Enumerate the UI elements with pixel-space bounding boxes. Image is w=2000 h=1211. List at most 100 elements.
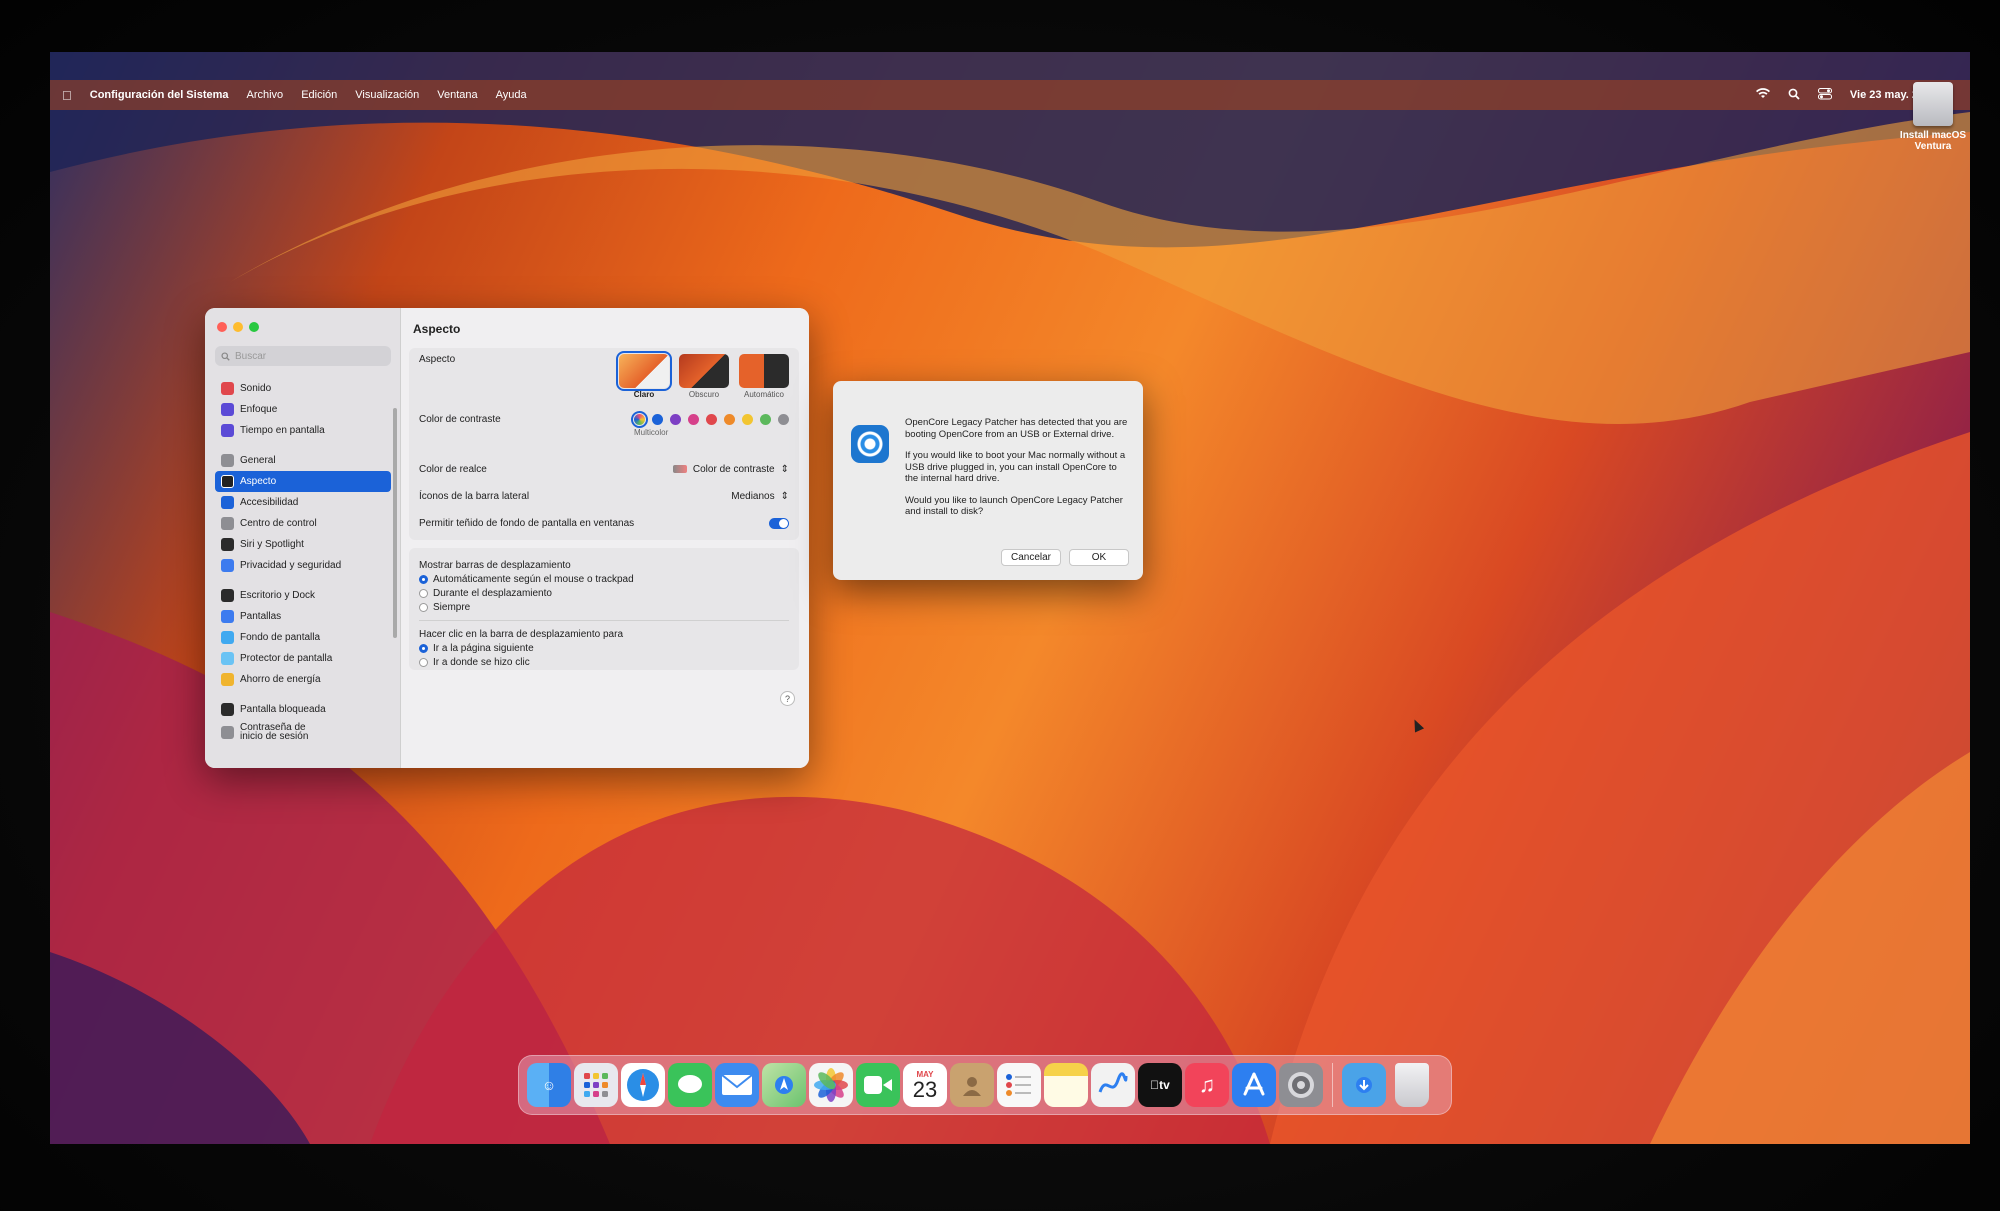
theme-light[interactable]: Claro [616,351,672,399]
appstore-icon[interactable] [1232,1063,1276,1107]
calendar-day: 23 [912,1076,938,1102]
tint-toggle[interactable] [769,517,789,529]
page-title: Aspecto [413,322,461,336]
screen-time-icon [221,424,234,437]
close-button[interactable] [217,322,227,332]
click-option-clicked-spot[interactable]: Ir a donde se hizo clic [419,655,789,669]
menu-app-name[interactable]: Configuración del Sistema [90,89,229,101]
scroll-option-while-scrolling[interactable]: Durante el desplazamiento [419,586,789,600]
trash-icon[interactable] [1395,1063,1429,1107]
maps-icon[interactable] [762,1063,806,1107]
downloads-folder-icon[interactable] [1342,1063,1386,1107]
menu-ventana[interactable]: Ventana [437,89,477,101]
notes-icon[interactable] [1044,1063,1088,1107]
dialog-message: OpenCore Legacy Patcher has detected tha… [905,417,1130,528]
sidebar-item-pantallas[interactable]: Pantallas [215,606,391,627]
wifi-icon[interactable] [1755,88,1770,102]
sidebar-item-fondo-de-pantalla[interactable]: Fondo de pantalla [215,627,391,648]
finder-icon[interactable]: ☺ [527,1063,571,1107]
color-dot-graphite[interactable] [778,414,789,425]
displays-icon [221,610,234,623]
contrast-row: Color de contraste Multicolor [419,411,789,448]
system-settings-icon[interactable] [1279,1063,1323,1107]
color-dot-multicolor[interactable] [631,411,648,428]
sidebar-item-label: Fondo de pantalla [240,632,321,643]
menu-ayuda[interactable]: Ayuda [496,89,527,101]
scroll-option-always[interactable]: Siempre [419,600,789,614]
scroll-option-auto[interactable]: Automáticamente según el mouse o trackpa… [419,572,789,586]
sidebar-icons-popup[interactable]: Medianos ⇕ [731,491,789,502]
sidebar-item-tiempo-en-pantalla[interactable]: Tiempo en pantalla [215,420,391,441]
messages-icon[interactable] [668,1063,712,1107]
sidebar-search-input[interactable]: Buscar [215,346,391,366]
sidebar-item-aspecto[interactable]: Aspecto [215,471,391,492]
color-dot-yellow[interactable] [742,414,753,425]
calendar-icon[interactable]: MAY 23 [903,1063,947,1107]
zoom-button[interactable] [249,322,259,332]
sidebar-item-contrasena[interactable]: Contraseña de inicio de sesión [215,720,391,744]
color-dot-pink[interactable] [688,414,699,425]
click-option-label: Ir a la página siguiente [433,642,534,654]
menu-bar:  Configuración del Sistema Archivo Edic… [50,80,1970,110]
sidebar-item-protector[interactable]: Protector de pantalla [215,648,391,669]
ok-button[interactable]: OK [1069,549,1129,566]
dialog-paragraph-1: OpenCore Legacy Patcher has detected tha… [905,417,1128,440]
highlight-label: Color de realce [419,463,487,475]
sidebar-item-privacidad[interactable]: Privacidad y seguridad [215,555,391,576]
contacts-icon[interactable] [950,1063,994,1107]
color-dot-red[interactable] [706,414,717,425]
sidebar-item-sonido[interactable]: Sonido [215,378,391,399]
sidebar-item-general[interactable]: General [215,450,391,471]
highlight-popup[interactable]: Color de contraste ⇕ [672,464,789,475]
minimize-button[interactable] [233,322,243,332]
search-placeholder: Buscar [235,350,267,362]
appletv-icon[interactable]: tv [1138,1063,1182,1107]
cancel-button[interactable]: Cancelar [1001,549,1061,566]
sidebar-item-centro-de-control[interactable]: Centro de control [215,513,391,534]
theme-light-label: Claro [633,390,655,399]
control-center-icon[interactable] [1817,87,1832,103]
menu-edicion[interactable]: Edición [301,89,337,101]
freeform-icon[interactable] [1091,1063,1135,1107]
color-dot-green[interactable] [760,414,771,425]
facetime-icon[interactable] [856,1063,900,1107]
sidebar-item-label: Centro de control [240,518,317,529]
sidebar-list: Sonido Enfoque Tiempo en pantalla Genera… [215,378,391,744]
sidebar-item-siri[interactable]: Siri y Spotlight [215,534,391,555]
launchpad-icon[interactable] [574,1063,618,1107]
tint-label: Permitir teñido de fondo de pantalla en … [419,517,635,529]
sidebar-item-label: Protector de pantalla [240,653,333,664]
menu-archivo[interactable]: Archivo [247,89,284,101]
help-button[interactable]: ? [780,691,795,706]
sidebar-item-accesibilidad[interactable]: Accesibilidad [215,492,391,513]
mail-icon[interactable] [715,1063,759,1107]
safari-icon[interactable] [621,1063,665,1107]
color-dot-blue[interactable] [652,414,663,425]
spotlight-search-icon[interactable] [1788,88,1800,103]
apple-logo-icon[interactable]:  [62,88,72,103]
sidebar-scrollbar[interactable] [393,408,397,638]
click-option-next-page[interactable]: Ir a la página siguiente [419,641,789,655]
theme-auto[interactable]: Automático [739,354,789,399]
color-dot-purple[interactable] [670,414,681,425]
dialog-buttons: Cancelar OK [1001,549,1129,566]
music-icon[interactable]: ♫ [1185,1063,1229,1107]
photos-icon[interactable] [809,1063,853,1107]
sidebar-item-pantalla-bloqueada[interactable]: Pantalla bloqueada [215,699,391,720]
reminders-icon[interactable] [997,1063,1041,1107]
settings-sidebar: Buscar Sonido Enfoque Tiempo en pantalla… [205,308,401,768]
theme-dark[interactable]: Obscuro [679,354,729,399]
drive-label: Install macOS Ventura [1899,130,1967,152]
sidebar-item-label: Siri y Spotlight [240,539,304,550]
color-dot-orange[interactable] [724,414,735,425]
sidebar-item-ahorro-energia[interactable]: Ahorro de energía [215,669,391,690]
settings-window: Buscar Sonido Enfoque Tiempo en pantalla… [205,308,809,768]
sidebar-item-enfoque[interactable]: Enfoque [215,399,391,420]
desktop-drive[interactable]: Install macOS Ventura [1888,82,1970,152]
opencore-alert-dialog: OpenCore Legacy Patcher has detected tha… [833,381,1143,580]
scrollbars-card: Mostrar barras de desplazamiento Automát… [409,548,799,670]
menu-visualizacion[interactable]: Visualización [355,89,419,101]
popup-chevron-icon: ⇕ [780,490,789,502]
sidebar-item-label: Contraseña de inicio de sesión [240,722,309,742]
sidebar-item-escritorio-dock[interactable]: Escritorio y Dock [215,585,391,606]
